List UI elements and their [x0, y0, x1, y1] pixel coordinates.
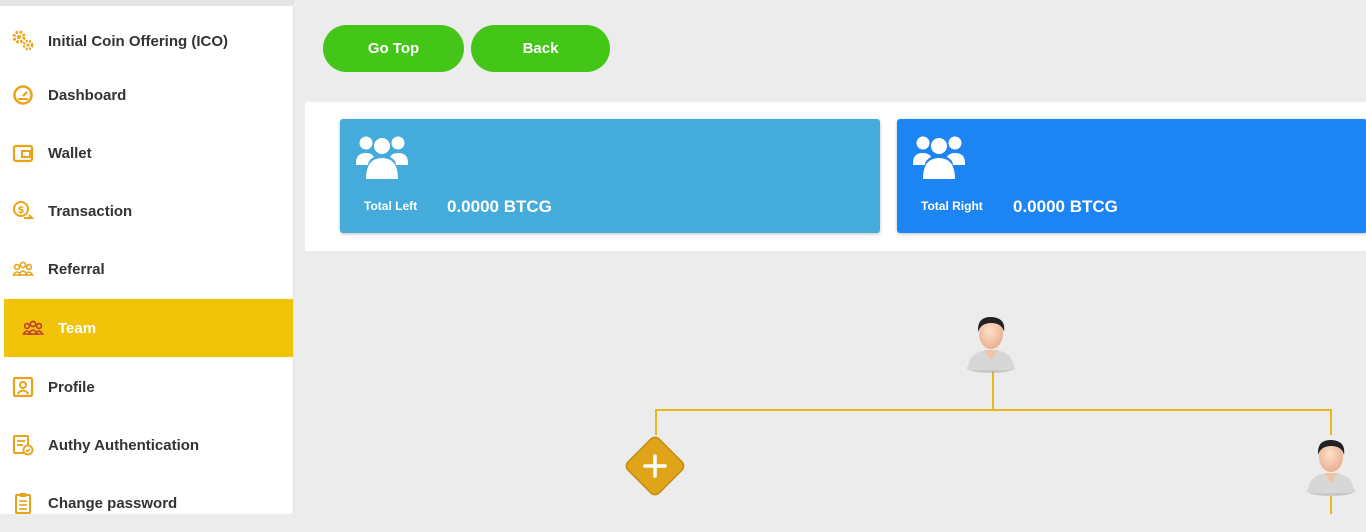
tree-connector — [655, 409, 1332, 411]
tree-connector — [1330, 409, 1332, 435]
sidebar-item-label: Transaction — [48, 202, 133, 220]
total-left-card: Total Left 0.0000 BTCG — [340, 119, 880, 233]
total-right-label: Total Right — [921, 199, 983, 213]
right-user-avatar[interactable] — [1302, 433, 1360, 502]
money-transfer-icon: $ — [12, 200, 34, 222]
sidebar-item-authy[interactable]: Authy Authentication — [0, 416, 293, 474]
total-right-value: 0.0000 BTCG — [1013, 197, 1118, 216]
sidebar-item-change-password[interactable]: Change password — [0, 474, 293, 532]
wallet-icon — [12, 142, 34, 164]
total-left-value: 0.0000 BTCG — [447, 197, 552, 216]
sidebar-item-profile[interactable]: Profile — [0, 358, 293, 416]
checklist-verified-icon — [12, 434, 34, 456]
sidebar-item-transaction[interactable]: $ Transaction — [0, 182, 293, 240]
go-top-button[interactable]: Go Top — [323, 25, 464, 72]
sidebar-item-wallet[interactable]: Wallet — [0, 124, 293, 182]
speedometer-icon — [12, 84, 34, 106]
sidebar-top-divider — [0, 0, 294, 6]
sidebar-item-label: Initial Coin Offering (ICO) — [48, 32, 228, 50]
total-left-label: Total Left — [364, 199, 418, 213]
sidebar-item-label: Team — [58, 319, 97, 337]
people-group-icon — [22, 317, 44, 339]
users-group-icon — [356, 133, 408, 186]
sidebar-item-label: Referral — [48, 260, 105, 278]
root-user-avatar[interactable] — [962, 310, 1020, 379]
clipboard-icon — [12, 492, 34, 514]
sidebar-item-label: Wallet — [48, 144, 92, 162]
users-group-icon — [913, 133, 965, 186]
user-profile-icon — [12, 376, 34, 398]
svg-text:$: $ — [18, 205, 25, 216]
sidebar-item-ico[interactable]: Initial Coin Offering (ICO) — [0, 12, 293, 70]
sidebar-item-label: Profile — [48, 378, 95, 396]
add-member-button[interactable] — [617, 428, 693, 509]
sidebar-item-label: Authy Authentication — [48, 436, 200, 454]
coins-gear-icon — [12, 30, 34, 52]
total-right-card: Total Right 0.0000 BTCG — [897, 119, 1366, 233]
sidebar-item-dashboard[interactable]: Dashboard — [0, 66, 293, 124]
sidebar-item-label: Dashboard — [48, 86, 127, 104]
sidebar-item-referral[interactable]: Referral — [0, 240, 293, 298]
back-button[interactable]: Back — [471, 25, 610, 72]
sidebar-item-team[interactable]: Team — [4, 299, 293, 357]
sidebar: Initial Coin Offering (ICO) Dashboard Wa… — [0, 0, 294, 514]
sidebar-item-label: Change password — [48, 494, 178, 512]
people-group-icon — [12, 258, 34, 280]
